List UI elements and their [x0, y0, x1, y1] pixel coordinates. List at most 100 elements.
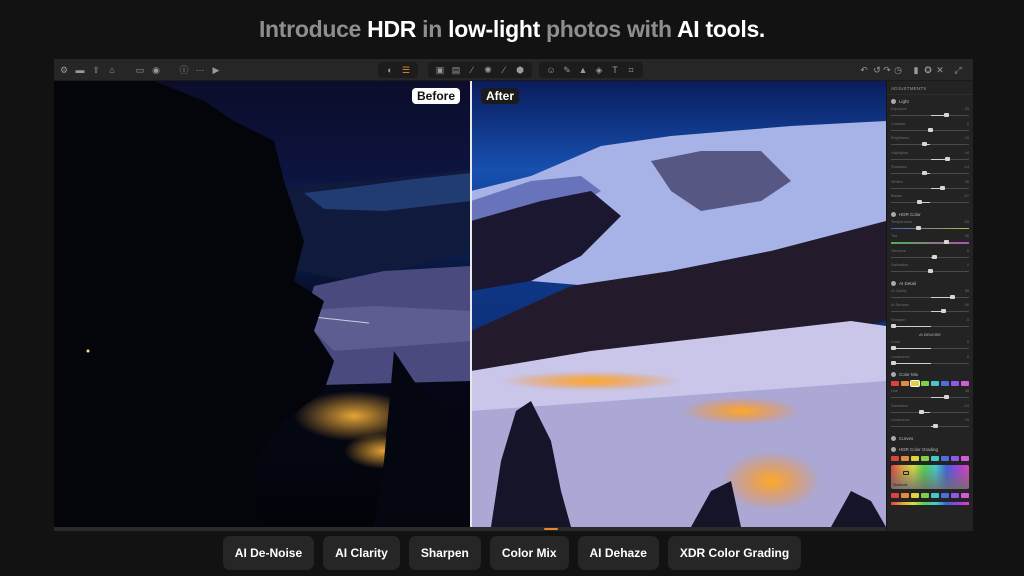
color-swatch[interactable] [901, 492, 909, 498]
export-icon[interactable]: ⇪ [88, 62, 104, 78]
slider-shadows[interactable]: Shadows -14 [887, 164, 973, 179]
slider-luminance[interactable]: Luminance 15 [887, 417, 973, 432]
slider-knob[interactable] [890, 346, 896, 350]
expand-icon[interactable]: ⤢ [952, 62, 964, 78]
adjustments-icon[interactable]: ☰ [398, 62, 414, 78]
badge-icon[interactable]: ✪ [922, 62, 934, 78]
color-swatch[interactable] [910, 380, 920, 387]
share-icon[interactable]: ⌂ [104, 62, 120, 78]
slider-hue[interactable]: Hue 45 [887, 388, 973, 403]
color-swatch[interactable] [891, 455, 899, 461]
color-swatch[interactable] [941, 455, 949, 461]
color-swatch[interactable] [951, 381, 959, 386]
color-swatch[interactable] [891, 381, 899, 386]
section-header-color-mix[interactable]: Color Mix [887, 368, 973, 379]
slider-vibrance[interactable]: Vibrance 0 [887, 248, 973, 263]
eyedropper-icon[interactable]: ⁄ [464, 62, 480, 78]
slider-knob[interactable] [943, 240, 949, 244]
color-swatch[interactable] [921, 492, 929, 498]
color-swatch[interactable] [941, 381, 949, 386]
folder-icon[interactable]: ▬ [72, 62, 88, 78]
slider-knob[interactable] [928, 269, 933, 273]
slider-tint[interactable]: Tint 40 [887, 233, 973, 248]
slider-temperature[interactable]: Temperature -33 [887, 219, 973, 234]
slider-brightness[interactable]: Brightness -15 [887, 135, 973, 150]
color-swatch[interactable] [961, 381, 969, 386]
section-header-curves[interactable]: Curves [887, 432, 973, 443]
color-swatch[interactable] [951, 455, 959, 461]
undo-icon[interactable]: ↶ [856, 62, 872, 78]
color-swatch[interactable] [891, 492, 899, 498]
settings-icon[interactable]: ⚙ [56, 62, 72, 78]
color-swatch[interactable] [911, 492, 919, 498]
mask-icon[interactable]: ◐ [382, 62, 398, 78]
compare-icon[interactable]: ▶ [208, 62, 224, 78]
slider-sharpen[interactable]: Sharpen 0 [887, 317, 973, 332]
slider-saturation[interactable]: Saturation 0 [887, 262, 973, 277]
compass-icon[interactable]: ◉ [148, 62, 164, 78]
color-swatch[interactable] [921, 381, 929, 386]
slider-luminance[interactable]: Luminance 0 [887, 354, 973, 369]
section-header-hdr-color[interactable]: HDR Color [887, 208, 973, 219]
redo-icon[interactable]: ↷ [882, 62, 892, 78]
color-swatch[interactable] [901, 381, 909, 386]
feature-chip-ai-de-noise[interactable]: AI De-Noise [222, 536, 315, 570]
feature-chip-color-mix[interactable]: Color Mix [489, 536, 569, 570]
color-swatch[interactable] [931, 381, 939, 386]
section-header-light[interactable]: Light [887, 95, 973, 106]
color-swatch[interactable] [931, 455, 939, 461]
hue-rainbow-bar[interactable] [891, 501, 969, 505]
slider-knob[interactable] [932, 424, 938, 428]
feature-chip-xdr-color-grading[interactable]: XDR Color Grading [667, 536, 802, 570]
color-swatch[interactable] [901, 455, 909, 461]
slider-track[interactable] [891, 242, 969, 244]
color-swatch[interactable] [921, 455, 929, 461]
slider-highlights[interactable]: Highlights 44 [887, 150, 973, 165]
history-icon[interactable]: ◷ [892, 62, 904, 78]
slider-contrast[interactable]: Contrast 0 [887, 121, 973, 136]
3d-cube-icon[interactable]: ⬢ [512, 62, 528, 78]
feature-chip-ai-dehaze[interactable]: AI Dehaze [577, 536, 659, 570]
slider-knob[interactable] [943, 113, 949, 117]
triangle-icon[interactable]: ▲ [575, 62, 591, 78]
crop-frame-icon[interactable]: ▣ [432, 62, 448, 78]
slider-track[interactable] [891, 227, 969, 229]
color-swatch[interactable] [911, 455, 919, 461]
slider-knob[interactable] [943, 395, 949, 399]
face-icon[interactable]: ☺ [543, 62, 559, 78]
slider-ai-dehaze[interactable]: AI Dehaze 40 [887, 302, 973, 317]
slider-blacks[interactable]: Blacks -27 [887, 193, 973, 208]
feature-chip-ai-clarity[interactable]: AI Clarity [323, 536, 400, 570]
healing-icon[interactable]: ✎ [559, 62, 575, 78]
panel-icon[interactable]: ▮ [910, 62, 922, 78]
slider-exposure[interactable]: Exposure 33 [887, 106, 973, 121]
slider-knob[interactable] [890, 323, 896, 328]
slider-knob[interactable] [916, 200, 922, 204]
color-grading-wheel[interactable]: Shadows [891, 464, 969, 489]
slider-knob[interactable] [941, 309, 947, 313]
info-icon[interactable]: ⓘ [176, 62, 192, 78]
slider-knob[interactable] [921, 142, 927, 146]
slider-knob[interactable] [928, 127, 933, 132]
slider-knob[interactable] [918, 409, 924, 414]
more-icon[interactable]: ··· [192, 62, 208, 78]
slider-ai-clarity[interactable]: AI Clarity 55 [887, 288, 973, 303]
grading-picker-knob[interactable] [903, 470, 909, 475]
slider-color[interactable]: Color 0 [887, 339, 973, 354]
slider-saturation[interactable]: Saturation -24 [887, 403, 973, 418]
section-header-hdr-color-grading[interactable]: HDR Color Grading [887, 443, 973, 454]
text-icon[interactable]: T [607, 62, 623, 78]
split-divider-handle[interactable] [470, 81, 472, 527]
redo-back-icon[interactable]: ↺ [872, 62, 882, 78]
color-swatch[interactable] [951, 492, 959, 498]
slider-knob[interactable] [945, 156, 951, 161]
section-header-ai-detail[interactable]: AI Detail [887, 277, 973, 288]
color-swatch[interactable] [931, 492, 939, 498]
brush-icon[interactable]: ∕ [496, 62, 512, 78]
light-icon[interactable]: ✺ [480, 62, 496, 78]
filmstrip-handle[interactable] [544, 528, 558, 530]
tools-icon[interactable]: ✕ [934, 62, 946, 78]
image-frame-icon[interactable]: ▤ [448, 62, 464, 78]
slider-knob[interactable] [950, 294, 956, 299]
slider-knob[interactable] [916, 225, 922, 230]
